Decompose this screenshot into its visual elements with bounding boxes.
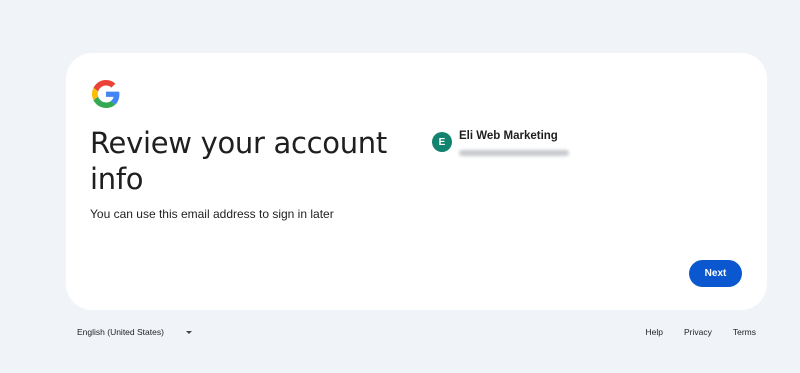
page-title: Review your account info	[90, 126, 387, 196]
footer: English (United States) Help Privacy Ter…	[0, 327, 800, 339]
account-name: Eli Web Marketing	[459, 130, 558, 142]
signin-card: Review your account info You can use thi…	[66, 53, 767, 310]
language-selector[interactable]: English (United States)	[77, 327, 192, 337]
google-g-icon	[92, 80, 120, 108]
account-email-redacted	[459, 150, 569, 156]
privacy-link[interactable]: Privacy	[684, 327, 712, 337]
next-button[interactable]: Next	[689, 260, 742, 287]
account-details: Eli Web Marketing	[459, 129, 569, 161]
page-subtitle: You can use this email address to sign i…	[90, 207, 334, 221]
account-chip: E Eli Web Marketing	[432, 129, 569, 161]
terms-link[interactable]: Terms	[733, 327, 756, 337]
footer-links: Help Privacy Terms	[625, 327, 757, 337]
language-label: English (United States)	[77, 327, 164, 337]
avatar: E	[432, 132, 452, 152]
help-link[interactable]: Help	[646, 327, 663, 337]
chevron-down-icon	[185, 330, 192, 334]
